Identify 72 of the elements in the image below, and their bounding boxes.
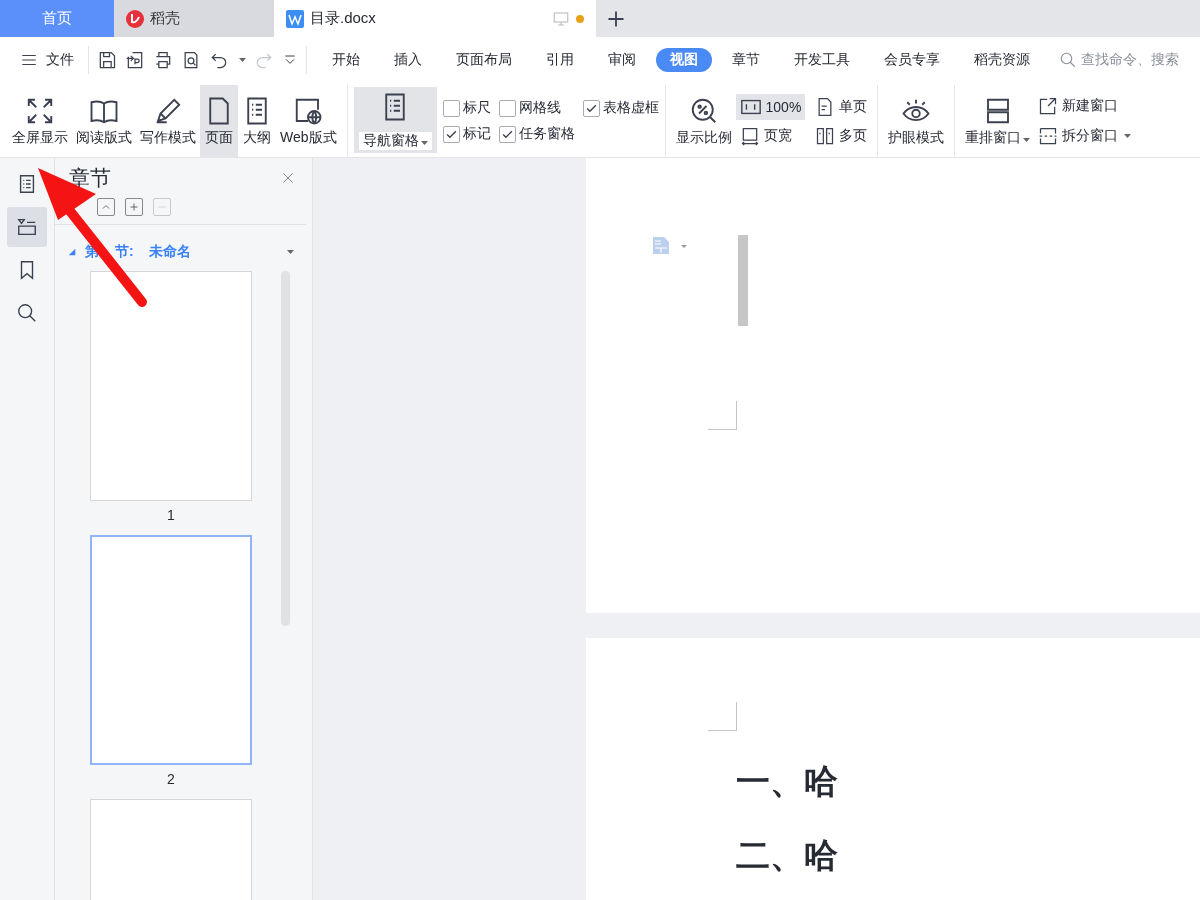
ribbon-tab[interactable]: 插入 xyxy=(380,48,436,72)
zoom-option[interactable]: 页宽 xyxy=(735,124,806,148)
ribbon-tab[interactable]: 引用 xyxy=(532,48,588,72)
view-mode-button[interactable]: 大纲 xyxy=(238,85,276,157)
search-icon xyxy=(16,302,38,324)
page-thumbnail[interactable] xyxy=(90,271,252,501)
file-menu[interactable]: 文件 xyxy=(14,47,80,73)
view-mode-button[interactable]: 页面 xyxy=(200,85,238,157)
search-icon xyxy=(1059,51,1077,69)
checkbox-label: 表格虚框 xyxy=(602,99,659,117)
zoom-option[interactable]: 单页 xyxy=(811,94,872,120)
eye-care-button[interactable]: 护眼模式 xyxy=(884,85,949,157)
view-mode-button[interactable]: 写作模式 xyxy=(136,85,200,157)
move-up-button[interactable] xyxy=(97,198,115,216)
page-width-icon xyxy=(739,126,760,146)
ribbon-tab[interactable]: 开发工具 xyxy=(780,48,864,72)
caret-icon xyxy=(420,141,428,145)
view-mode-button[interactable]: 全屏显示 xyxy=(8,85,72,157)
close-icon xyxy=(280,170,296,186)
caret-icon xyxy=(1023,137,1031,142)
margin-corner-mark xyxy=(708,401,737,430)
new-window-icon xyxy=(1038,96,1059,116)
caret-icon xyxy=(239,58,246,62)
checkbox[interactable] xyxy=(498,125,516,143)
panel-title: 章节 xyxy=(69,165,111,191)
add-button[interactable] xyxy=(125,198,143,216)
ribbon-tab[interactable]: 页面布局 xyxy=(442,48,526,72)
navigation-pane-icon xyxy=(16,216,38,238)
export-icon xyxy=(125,50,145,70)
caret-icon xyxy=(287,250,294,254)
paragraph-icon xyxy=(652,235,688,255)
zoom-option[interactable]: 多页 xyxy=(811,124,872,148)
window-button[interactable]: 拆分窗口 xyxy=(1034,124,1136,148)
margin-corner-mark xyxy=(708,702,737,731)
checkbox-label: 标尺 xyxy=(462,99,491,117)
checkbox[interactable] xyxy=(442,99,460,117)
heading: 一、哈 xyxy=(736,762,839,802)
logo-icon xyxy=(126,9,144,28)
view-mode-button[interactable]: Web版式 xyxy=(276,85,341,157)
multi-page-icon xyxy=(815,126,836,146)
ribbon-tab[interactable]: 会员专享 xyxy=(870,48,954,72)
checkbox-label: 网格线 xyxy=(518,99,561,117)
split-window-icon xyxy=(1038,126,1059,146)
save-icon xyxy=(97,50,117,70)
sidebar-button[interactable] xyxy=(7,207,47,247)
ribbon-tab[interactable]: 审阅 xyxy=(594,48,650,72)
checkbox[interactable] xyxy=(582,99,600,117)
arrange-windows-button[interactable]: 重排窗口 xyxy=(961,85,1035,157)
caret-icon xyxy=(1124,134,1132,138)
page-thumbnail[interactable] xyxy=(90,535,252,765)
ribbon-tab[interactable]: 稻壳资源 xyxy=(960,48,1044,72)
print-icon xyxy=(153,50,173,70)
tab[interactable]: 目录.docx xyxy=(274,0,596,37)
checkbox[interactable] xyxy=(498,99,516,117)
checkbox-label: 任务窗格 xyxy=(518,125,575,143)
zoom-ratio-button[interactable]: 显示比例 xyxy=(671,85,736,157)
heading: 二、哈 xyxy=(736,836,839,876)
window-button[interactable]: 新建窗口 xyxy=(1034,94,1136,118)
navigation-pane-button[interactable]: 导航窗格 xyxy=(353,87,437,153)
zoom-option[interactable]: 100% xyxy=(735,94,806,120)
plus-icon xyxy=(128,201,140,213)
checkbox[interactable] xyxy=(442,125,460,143)
ribbon-tab[interactable]: 开始 xyxy=(318,48,374,72)
page-number: 1 xyxy=(167,506,175,525)
checkbox-label: 标记 xyxy=(462,125,491,143)
writer-doc-icon xyxy=(286,9,304,28)
monitor-icon xyxy=(552,9,570,28)
page-number: 2 xyxy=(167,770,175,789)
triangle-icon[interactable] xyxy=(67,247,77,257)
tab[interactable]: 稻壳 xyxy=(114,0,274,37)
view-mode-button[interactable]: 阅读版式 xyxy=(72,85,136,157)
ribbon-tab[interactable]: 章节 xyxy=(718,48,774,72)
